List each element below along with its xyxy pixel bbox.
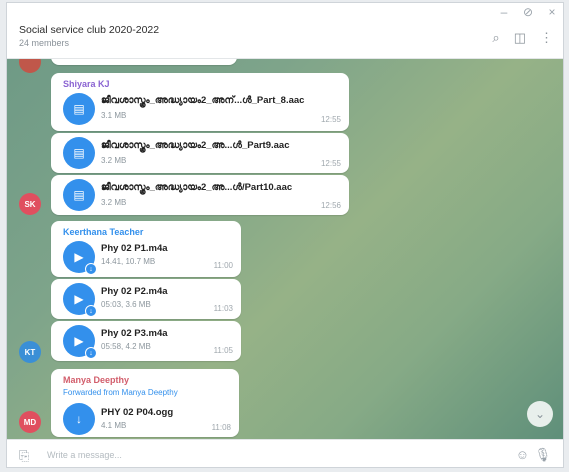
message-input[interactable] [47, 447, 467, 463]
file-size: 05:58, 4.2 MB [101, 342, 151, 351]
scroll-down-icon[interactable]: ⌄ [527, 401, 553, 427]
avatar[interactable] [19, 59, 41, 73]
file-size: 14.41, 10.7 MB [101, 257, 156, 266]
message-time: 11:05 [213, 346, 233, 355]
member-count: 24 members [19, 38, 70, 48]
file-name: ജീവശാസ്ത്രം_അദ്ധ്യായം2_അന്...ൾ_Part_8.aa… [101, 95, 305, 106]
message-time: 12:55 [320, 115, 341, 124]
microphone-icon[interactable]: 🎙 [534, 447, 551, 463]
play-icon[interactable]: ▶ ↓ [63, 241, 97, 275]
document-icon[interactable]: ▤ [63, 93, 95, 125]
telegram-window: – ⊘ × Social service club 2020-2022 24 m… [6, 2, 564, 468]
file-size: 05:03, 3.6 MB [101, 300, 151, 309]
file-name: ജീവശാസ്ത്രം_അദ്ധ്യായം2_അ...ൾ_Part9.aac [101, 140, 290, 151]
file-size: 3.1 MB [101, 111, 127, 120]
forwarded-label[interactable]: Forwarded from Manya Deepthy [63, 388, 178, 397]
play-icon[interactable]: ▶ ↓ [63, 283, 97, 317]
minimize-icon[interactable]: – [499, 5, 509, 19]
file-size: 3.2 MB [101, 198, 127, 207]
message-bubble[interactable]: Shiyara KJ ▤ ജീവശാസ്ത്രം_അദ്ധ്യായം2_അന്.… [51, 73, 349, 131]
avatar[interactable]: SK [19, 193, 41, 215]
message-time: 12:56 [320, 201, 341, 210]
window-controls: – ⊘ × [499, 5, 557, 19]
file-name: ജീവശാസ്ത്രം_അദ്ധ്യായം2_അ...ൾ/Part10.aac [101, 182, 293, 193]
download-icon[interactable]: ↓ [85, 305, 97, 317]
sender-name[interactable]: Manya Deepthy [63, 375, 129, 385]
message-composer: ⎘ ☺ 🎙 [7, 439, 563, 467]
download-icon[interactable]: ↓ [85, 263, 97, 275]
sender-name[interactable]: Keerthana Teacher [63, 227, 143, 237]
message-bubble[interactable]: Keerthana Teacher ▶ ↓ Phy 02 P1.m4a 14.41… [51, 221, 241, 277]
file-name: Phy 02 P2.m4a [101, 286, 168, 297]
attach-icon[interactable]: ⎘ [19, 448, 29, 464]
message-time: 11:03 [213, 304, 233, 313]
avatar[interactable]: MD [19, 411, 41, 433]
message-bubble[interactable]: ▤ ജീവശാസ്ത്രം_അദ്ധ്യായം2_അ...ൾ_Part9.aac… [51, 133, 349, 173]
download-icon[interactable]: ↓ [85, 347, 97, 359]
message-bubble[interactable]: ▶ ↓ Phy 02 P2.m4a 05:03, 3.6 MB 11:03 [51, 279, 241, 319]
emoji-icon[interactable]: ☺ [516, 447, 529, 462]
pin-icon[interactable]: ⊘ [523, 5, 533, 19]
message-bubble-partial [51, 59, 237, 65]
message-time: 11:08 [211, 423, 231, 432]
file-name: Phy 02 P1.m4a [101, 243, 168, 254]
play-icon[interactable]: ▶ ↓ [63, 325, 97, 359]
sidebar-toggle-icon[interactable]: ◫ [514, 31, 526, 44]
file-size: 3.2 MB [101, 156, 127, 165]
chat-header: – ⊘ × Social service club 2020-2022 24 m… [7, 3, 563, 59]
file-name: Phy 02 P3.m4a [101, 328, 168, 339]
more-menu-icon[interactable]: ⋮ [540, 31, 553, 44]
header-actions: ⌕ ◫ ⋮ [492, 31, 553, 44]
message-bubble[interactable]: Manya Deepthy Forwarded from Manya Deept… [51, 369, 239, 437]
sender-name[interactable]: Shiyara KJ [63, 79, 110, 89]
message-list[interactable]: Shiyara KJ ▤ ജീവശാസ്ത്രം_അദ്ധ്യായം2_അന്.… [7, 59, 563, 439]
message-bubble[interactable]: ▶ ↓ Phy 02 P3.m4a 05:58, 4.2 MB 11:05 [51, 321, 241, 361]
document-icon[interactable]: ▤ [63, 179, 95, 211]
file-name: PHY 02 P04.ogg [101, 407, 174, 418]
avatar[interactable]: KT [19, 341, 41, 363]
message-time: 12:55 [320, 159, 341, 168]
message-time: 11:00 [213, 261, 233, 270]
message-bubble[interactable]: ▤ ജീവശാസ്ത്രം_അദ്ധ്യായം2_അ...ൾ/Part10.aa… [51, 175, 349, 215]
close-icon[interactable]: × [547, 5, 557, 19]
document-icon[interactable]: ▤ [63, 137, 95, 169]
search-icon[interactable]: ⌕ [492, 31, 499, 44]
file-size: 4.1 MB [101, 421, 127, 430]
chat-title[interactable]: Social service club 2020-2022 [19, 24, 159, 36]
download-icon[interactable]: ↓ [63, 403, 95, 435]
